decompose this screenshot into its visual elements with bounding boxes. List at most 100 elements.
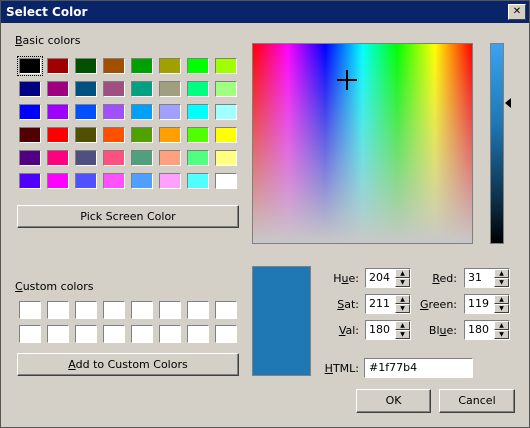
basic-color-swatch[interactable] (215, 150, 237, 166)
custom-color-swatch[interactable] (187, 325, 209, 343)
custom-color-swatch[interactable] (75, 301, 97, 319)
custom-color-swatch[interactable] (131, 325, 153, 343)
sat-up-icon[interactable]: ▲ (395, 295, 410, 304)
basic-color-swatch[interactable] (75, 173, 97, 189)
basic-color-swatch[interactable] (131, 81, 153, 97)
close-icon: ✕ (512, 6, 522, 17)
custom-color-swatch[interactable] (159, 325, 181, 343)
basic-color-swatch[interactable] (215, 58, 237, 74)
luminance-slider[interactable] (490, 43, 504, 244)
basic-color-swatch[interactable] (187, 173, 209, 189)
color-preview (252, 266, 311, 376)
val-value: 180 (369, 323, 390, 336)
basic-color-swatch[interactable] (187, 81, 209, 97)
val-spinbox[interactable]: 180 ▲ ▼ (365, 320, 411, 340)
val-up-icon[interactable]: ▲ (395, 321, 410, 330)
basic-color-swatch[interactable] (75, 81, 97, 97)
blue-spinbox[interactable]: 180 ▲ ▼ (464, 320, 510, 340)
basic-color-swatch[interactable] (75, 58, 97, 74)
custom-color-swatch[interactable] (19, 301, 41, 319)
sat-down-icon[interactable]: ▼ (395, 304, 410, 313)
basic-color-swatch[interactable] (47, 58, 69, 74)
blue-value: 180 (468, 323, 489, 336)
custom-color-swatch[interactable] (131, 301, 153, 319)
basic-color-swatch[interactable] (159, 150, 181, 166)
basic-color-swatch[interactable] (19, 81, 41, 97)
sat-label: Sat: (337, 298, 359, 311)
hue-spinbox[interactable]: 204 ▲ ▼ (365, 268, 411, 288)
green-down-icon[interactable]: ▼ (494, 304, 509, 313)
red-down-icon[interactable]: ▼ (494, 278, 509, 287)
basic-color-swatch[interactable] (47, 104, 69, 120)
basic-color-swatch[interactable] (131, 58, 153, 74)
cancel-button[interactable]: Cancel (439, 389, 515, 413)
basic-color-swatch[interactable] (187, 127, 209, 143)
color-spectrum[interactable] (252, 43, 473, 244)
basic-color-swatch[interactable] (103, 104, 125, 120)
basic-color-swatch[interactable] (215, 104, 237, 120)
custom-color-swatch[interactable] (47, 301, 69, 319)
luminance-arrow-icon[interactable] (505, 98, 511, 108)
sat-spinbox[interactable]: 211 ▲ ▼ (365, 294, 411, 314)
red-label: Red: (432, 272, 457, 285)
basic-color-swatch[interactable] (131, 173, 153, 189)
basic-color-swatch[interactable] (159, 127, 181, 143)
blue-label: Blue: (428, 324, 457, 337)
red-spinbox[interactable]: 31 ▲ ▼ (464, 268, 510, 288)
basic-color-swatch[interactable] (187, 58, 209, 74)
basic-color-swatch[interactable] (159, 104, 181, 120)
basic-color-swatch[interactable] (159, 173, 181, 189)
custom-color-swatch[interactable] (103, 301, 125, 319)
html-input[interactable]: #1f77b4 (364, 358, 473, 378)
basic-color-swatch[interactable] (19, 127, 41, 143)
hue-down-icon[interactable]: ▼ (395, 278, 410, 287)
custom-color-swatch[interactable] (215, 325, 237, 343)
basic-color-swatch[interactable] (215, 173, 237, 189)
blue-up-icon[interactable]: ▲ (494, 321, 509, 330)
custom-color-swatch[interactable] (159, 301, 181, 319)
custom-color-swatch[interactable] (75, 325, 97, 343)
ok-button[interactable]: OK (356, 389, 431, 413)
basic-color-swatch[interactable] (103, 127, 125, 143)
basic-color-swatch[interactable] (103, 150, 125, 166)
basic-color-swatch[interactable] (159, 58, 181, 74)
val-down-icon[interactable]: ▼ (395, 330, 410, 339)
basic-color-swatch[interactable] (19, 173, 41, 189)
basic-color-swatch[interactable] (17, 56, 43, 76)
basic-color-swatch[interactable] (131, 150, 153, 166)
green-spinbox[interactable]: 119 ▲ ▼ (464, 294, 510, 314)
basic-color-swatch[interactable] (19, 104, 41, 120)
pick-screen-color-button[interactable]: Pick Screen Color (17, 205, 239, 228)
custom-color-swatch[interactable] (19, 325, 41, 343)
basic-color-swatch[interactable] (187, 150, 209, 166)
basic-color-swatch[interactable] (47, 127, 69, 143)
basic-color-swatch[interactable] (159, 81, 181, 97)
basic-color-swatch[interactable] (47, 173, 69, 189)
basic-color-swatch[interactable] (215, 81, 237, 97)
basic-color-swatch[interactable] (47, 150, 69, 166)
add-to-custom-colors-button[interactable]: Add to Custom Colors (17, 353, 239, 376)
hue-up-icon[interactable]: ▲ (395, 269, 410, 278)
basic-color-swatch[interactable] (131, 104, 153, 120)
custom-color-swatch[interactable] (187, 301, 209, 319)
basic-color-swatch[interactable] (187, 104, 209, 120)
basic-color-swatch[interactable] (131, 127, 153, 143)
basic-color-swatch[interactable] (103, 58, 125, 74)
green-up-icon[interactable]: ▲ (494, 295, 509, 304)
basic-color-swatch[interactable] (103, 81, 125, 97)
basic-color-swatch[interactable] (47, 81, 69, 97)
custom-color-swatch[interactable] (103, 325, 125, 343)
basic-color-swatch[interactable] (19, 150, 41, 166)
basic-color-swatch[interactable] (75, 104, 97, 120)
crosshair-icon[interactable] (337, 70, 357, 90)
basic-color-swatch[interactable] (75, 127, 97, 143)
html-label: HTML: (324, 362, 359, 375)
blue-down-icon[interactable]: ▼ (494, 330, 509, 339)
basic-color-swatch[interactable] (215, 127, 237, 143)
custom-color-swatch[interactable] (47, 325, 69, 343)
basic-color-swatch[interactable] (103, 173, 125, 189)
custom-color-swatch[interactable] (215, 301, 237, 319)
red-up-icon[interactable]: ▲ (494, 269, 509, 278)
close-button[interactable]: ✕ (508, 4, 526, 20)
basic-color-swatch[interactable] (75, 150, 97, 166)
